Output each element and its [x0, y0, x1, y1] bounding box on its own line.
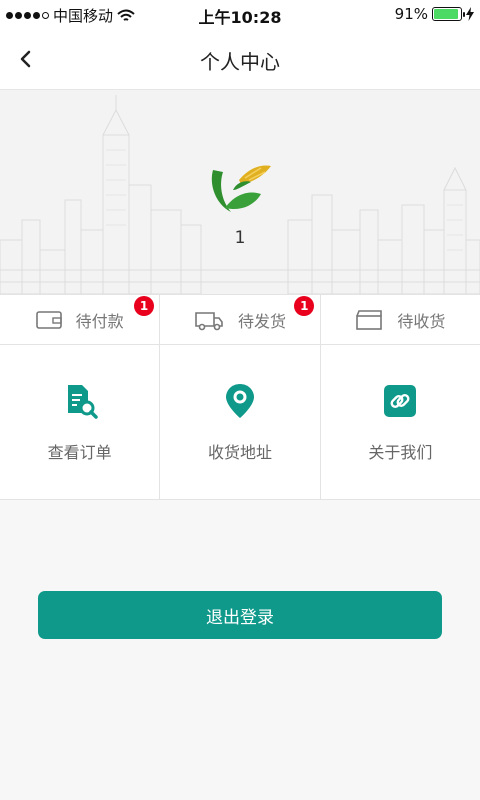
menu-shipping-address[interactable]: 收货地址	[160, 345, 321, 499]
order-status-bar: 待付款 1 待发货 1 待收货	[0, 294, 480, 345]
link-icon	[384, 385, 417, 417]
menu-view-orders[interactable]: 查看订单	[0, 345, 161, 499]
battery-percent: 91%	[394, 5, 428, 23]
status-bar: 中国移动 上午10:28 91%	[0, 0, 480, 28]
battery-group: 91%	[395, 5, 474, 23]
package-icon	[356, 309, 383, 330]
wallet-icon	[35, 310, 62, 329]
pending-shipment-badge: 1	[294, 296, 315, 316]
menu-about-us[interactable]: 关于我们	[321, 345, 480, 499]
orders-pending-shipment-label: 待发货	[237, 311, 286, 331]
orders-pending-payment[interactable]: 待付款 1	[0, 295, 161, 344]
orders-pending-receipt[interactable]: 待收货	[321, 295, 480, 344]
page-title: 个人中心	[200, 50, 280, 74]
location-pin-icon	[225, 384, 254, 418]
orders-pending-shipment[interactable]: 待发货 1	[160, 295, 321, 344]
logout-button[interactable]: 退出登录	[38, 591, 442, 639]
profile-header: 1	[0, 90, 480, 294]
battery-icon	[432, 7, 465, 21]
menu-view-orders-label: 查看订单	[47, 443, 112, 462]
pending-payment-badge: 1	[134, 296, 154, 316]
truck-icon	[195, 311, 223, 330]
orders-pending-payment-label: 待付款	[75, 311, 124, 331]
nav-bar: 个人中心	[0, 28, 480, 90]
charging-icon	[466, 7, 474, 21]
menu-about-us-label: 关于我们	[368, 443, 433, 462]
order-search-icon	[67, 385, 98, 419]
menu-grid: 查看订单 收货地址 关于我们	[0, 345, 480, 500]
orders-pending-receipt-label: 待收货	[397, 311, 446, 331]
user-name: 1	[234, 228, 246, 248]
avatar[interactable]	[205, 160, 275, 220]
menu-shipping-address-label: 收货地址	[207, 443, 272, 462]
